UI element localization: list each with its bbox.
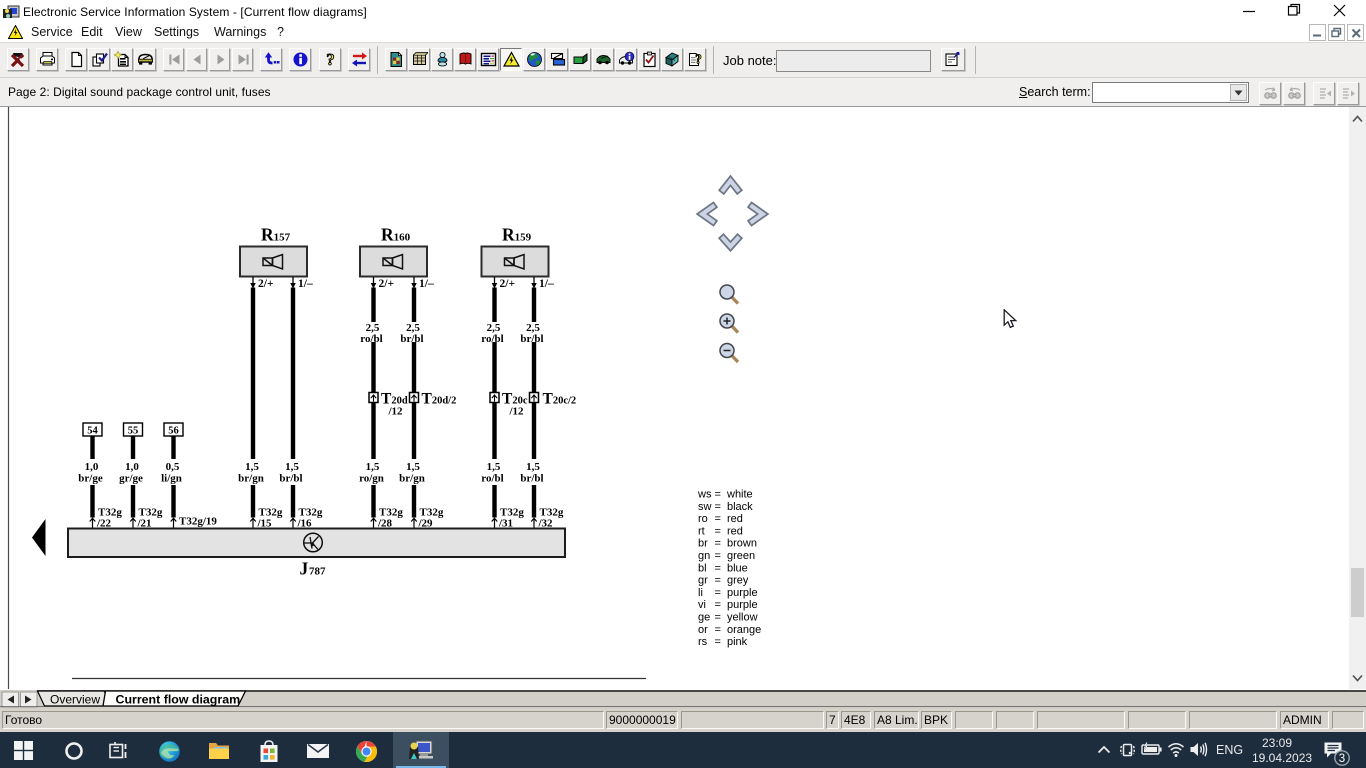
svg-text:gn: gn — [698, 550, 710, 562]
svg-text:ro/bl: ro/bl — [481, 333, 503, 345]
svg-text:white: white — [726, 489, 753, 501]
svg-text:pink: pink — [727, 636, 748, 648]
svg-text:ro/bl: ro/bl — [360, 333, 382, 345]
svg-text:787: 787 — [309, 566, 326, 578]
svg-text:1,0: 1,0 — [125, 461, 139, 473]
svg-text:purple: purple — [727, 587, 758, 599]
svg-text:1,0: 1,0 — [85, 461, 99, 473]
svg-text:orange: orange — [727, 624, 761, 636]
svg-text:T32g/19: T32g/19 — [179, 516, 217, 528]
svg-text:=: = — [715, 501, 721, 513]
svg-text:red: red — [727, 525, 743, 537]
svg-text:brown: brown — [727, 538, 757, 550]
svg-text:br/gn: br/gn — [399, 473, 425, 485]
svg-text:=: = — [715, 575, 721, 587]
svg-text:Current flow diagram: Current flow diagram — [116, 692, 241, 706]
svg-text:T20c/2: T20c/2 — [543, 391, 577, 408]
svg-text:yellow: yellow — [727, 612, 758, 624]
svg-text:0,5: 0,5 — [166, 461, 180, 473]
svg-text:=: = — [715, 599, 721, 611]
svg-text:56: 56 — [168, 426, 179, 437]
svg-text:J: J — [300, 559, 309, 579]
svg-text:ro/bl: ro/bl — [481, 473, 503, 485]
svg-text:=: = — [715, 538, 721, 550]
svg-text:?: ? — [695, 52, 702, 67]
svg-text:br/bl: br/bl — [279, 473, 302, 485]
svg-text:1,5: 1,5 — [526, 461, 540, 473]
svg-text:br/bl: br/bl — [400, 333, 423, 345]
svg-text:T20d/2: T20d/2 — [422, 391, 457, 408]
svg-text:vi: vi — [698, 599, 706, 611]
svg-text:br/gn: br/gn — [238, 473, 264, 485]
svg-text:ge: ge — [698, 612, 710, 624]
svg-text:55: 55 — [128, 426, 139, 437]
svg-text:gr: gr — [698, 575, 708, 587]
svg-text:2/+: 2/+ — [379, 278, 395, 290]
svg-text:black: black — [727, 501, 753, 513]
svg-text:br/bl: br/bl — [520, 333, 543, 345]
svg-text:2/+: 2/+ — [258, 278, 274, 290]
svg-text:1,5: 1,5 — [285, 461, 299, 473]
svg-text:1/–: 1/– — [539, 278, 554, 290]
svg-text:R160: R160 — [381, 225, 411, 245]
svg-text:grey: grey — [727, 575, 749, 587]
svg-text:1/–: 1/– — [419, 278, 434, 290]
svg-text:?: ? — [326, 51, 335, 68]
svg-text:br/bl: br/bl — [520, 473, 543, 485]
svg-text:2/+: 2/+ — [500, 278, 516, 290]
svg-text:/12: /12 — [388, 406, 404, 418]
svg-text:red: red — [727, 513, 743, 525]
svg-text:1,5: 1,5 — [487, 461, 501, 473]
svg-text:1/–: 1/– — [298, 278, 313, 290]
svg-text:1,5: 1,5 — [406, 461, 420, 473]
svg-text:=: = — [715, 513, 721, 525]
svg-text:=: = — [715, 612, 721, 624]
svg-text:=: = — [715, 562, 721, 574]
svg-text:/12: /12 — [509, 406, 525, 418]
svg-text:=: = — [715, 489, 721, 501]
svg-text:li/gn: li/gn — [161, 473, 182, 485]
svg-text:1,5: 1,5 — [245, 461, 259, 473]
svg-text:=: = — [715, 525, 721, 537]
svg-text:=: = — [715, 587, 721, 599]
svg-text:3: 3 — [1339, 753, 1345, 765]
svg-text:R157: R157 — [261, 225, 291, 245]
svg-text:ro/gn: ro/gn — [359, 473, 384, 485]
svg-text:sw: sw — [698, 501, 712, 513]
svg-text:1,5: 1,5 — [366, 461, 380, 473]
svg-text:54: 54 — [87, 426, 98, 437]
svg-text:ws: ws — [697, 489, 712, 501]
svg-text:green: green — [727, 550, 755, 562]
svg-text:bl: bl — [698, 562, 707, 574]
svg-text:=: = — [715, 550, 721, 562]
svg-text:gr/ge: gr/ge — [119, 473, 143, 485]
svg-text:or: or — [698, 624, 708, 636]
svg-text:blue: blue — [727, 562, 748, 574]
svg-text:R159: R159 — [502, 225, 532, 245]
svg-text:br/ge: br/ge — [78, 473, 103, 485]
svg-text:=: = — [715, 624, 721, 636]
svg-text:ro: ro — [698, 513, 708, 525]
svg-text:li: li — [698, 587, 703, 599]
svg-text:br: br — [698, 538, 708, 550]
svg-text:rt: rt — [698, 525, 705, 537]
svg-text:purple: purple — [727, 599, 758, 611]
svg-text:=: = — [715, 636, 721, 648]
svg-text:Overview: Overview — [50, 692, 100, 706]
svg-text:rs: rs — [698, 636, 708, 648]
